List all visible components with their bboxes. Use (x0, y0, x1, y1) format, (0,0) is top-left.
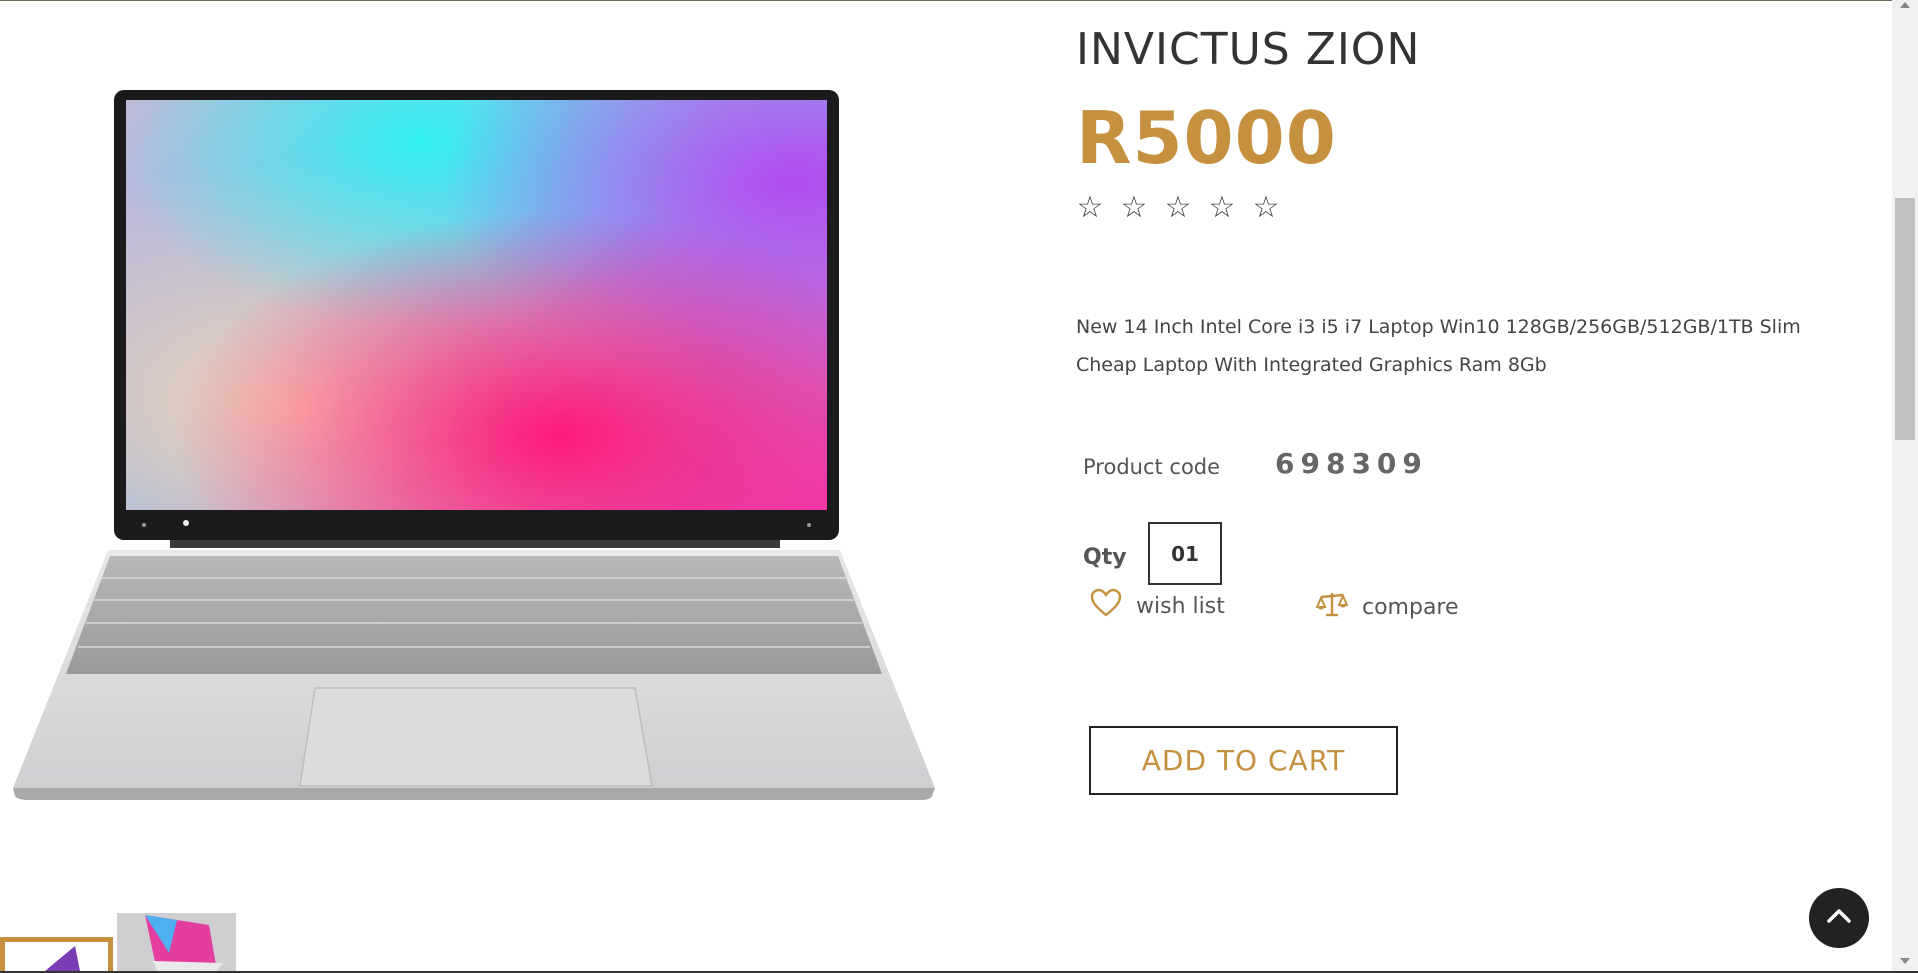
add-to-cart-button[interactable]: ADD TO CART (1089, 726, 1398, 795)
qty-input[interactable]: 01 (1148, 522, 1222, 585)
product-price: R5000 (1076, 96, 1337, 180)
star-icon[interactable]: ☆ (1164, 188, 1192, 228)
scroll-down-arrow-icon[interactable] (1900, 958, 1910, 964)
product-code-label: Product code (1083, 455, 1221, 479)
star-icon[interactable]: ☆ (1076, 188, 1104, 228)
chevron-up-icon (1826, 907, 1852, 929)
star-icon[interactable]: ☆ (1120, 188, 1148, 228)
scrollbar-thumb[interactable] (1895, 198, 1915, 440)
star-icon[interactable]: ☆ (1208, 188, 1236, 228)
thumbnail-1[interactable] (0, 937, 113, 971)
compare-label: compare (1362, 594, 1459, 620)
thumbnail-strip (0, 913, 240, 971)
scale-icon (1315, 590, 1349, 624)
product-code-value: 698309 (1275, 447, 1428, 480)
back-to-top-button[interactable] (1809, 888, 1869, 948)
product-title: INVICTUS ZION (1076, 24, 1421, 75)
rating-stars: ☆ ☆ ☆ ☆ ☆ (1076, 188, 1280, 228)
product-description: New 14 Inch Intel Core i3 i5 i7 Laptop W… (1076, 316, 1801, 376)
star-icon[interactable]: ☆ (1252, 188, 1280, 228)
top-divider (0, 0, 1918, 1)
thumbnail-2[interactable] (117, 913, 236, 971)
heart-icon (1090, 588, 1122, 624)
qty-label: Qty (1083, 545, 1127, 570)
wishlist-button[interactable]: wish list (1090, 588, 1225, 624)
product-main-image (10, 88, 940, 804)
compare-button[interactable]: compare (1315, 590, 1459, 624)
wishlist-label: wish list (1136, 593, 1225, 619)
scrollbar-track[interactable] (1892, 0, 1918, 971)
scroll-up-arrow-icon[interactable] (1900, 2, 1910, 8)
